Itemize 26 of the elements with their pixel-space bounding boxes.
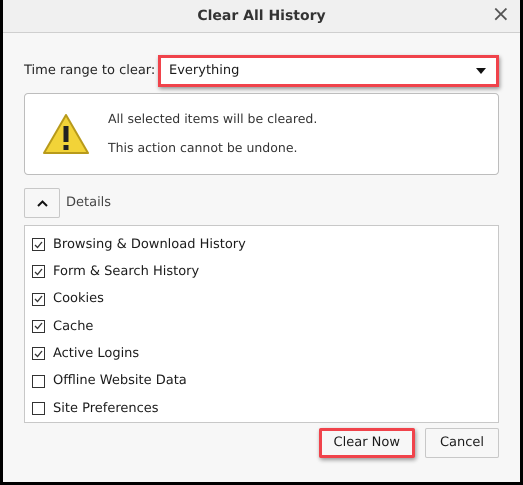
- checkbox-label: Cache: [53, 318, 94, 336]
- checkbox-label: Site Preferences: [53, 400, 159, 418]
- time-range-dropdown[interactable]: Everything: [158, 55, 499, 87]
- window-title: Clear All History: [197, 6, 326, 26]
- details-toggle-button[interactable]: [24, 188, 60, 218]
- checkbox[interactable]: [32, 292, 45, 306]
- checkbox-label: Cookies: [53, 290, 104, 308]
- details-label: Details: [66, 194, 112, 212]
- clear-now-button[interactable]: Clear Now: [318, 428, 415, 458]
- dropdown-arrow-icon: [476, 68, 486, 74]
- chevron-up-icon: [36, 200, 48, 206]
- checkbox[interactable]: [32, 374, 45, 388]
- checkbox[interactable]: [32, 320, 45, 333]
- checkbox[interactable]: [32, 347, 45, 360]
- checkbox[interactable]: [32, 238, 45, 252]
- warning-text: All selected items will be cleared.: [108, 110, 318, 128]
- checkbox-label: Form & Search History: [53, 263, 200, 282]
- checkbox[interactable]: [32, 402, 45, 415]
- checkbox-label: Browsing & Download History: [53, 236, 246, 254]
- close-button[interactable]: ×: [488, 4, 514, 26]
- checkbox-label: Offline Website Data: [53, 372, 187, 390]
- warning-text: This action cannot be undone.: [108, 139, 298, 157]
- warning-icon: [42, 113, 90, 155]
- cancel-button[interactable]: Cancel: [425, 428, 499, 458]
- checkbox[interactable]: [32, 265, 45, 278]
- checkbox-label: Active Logins: [53, 345, 140, 364]
